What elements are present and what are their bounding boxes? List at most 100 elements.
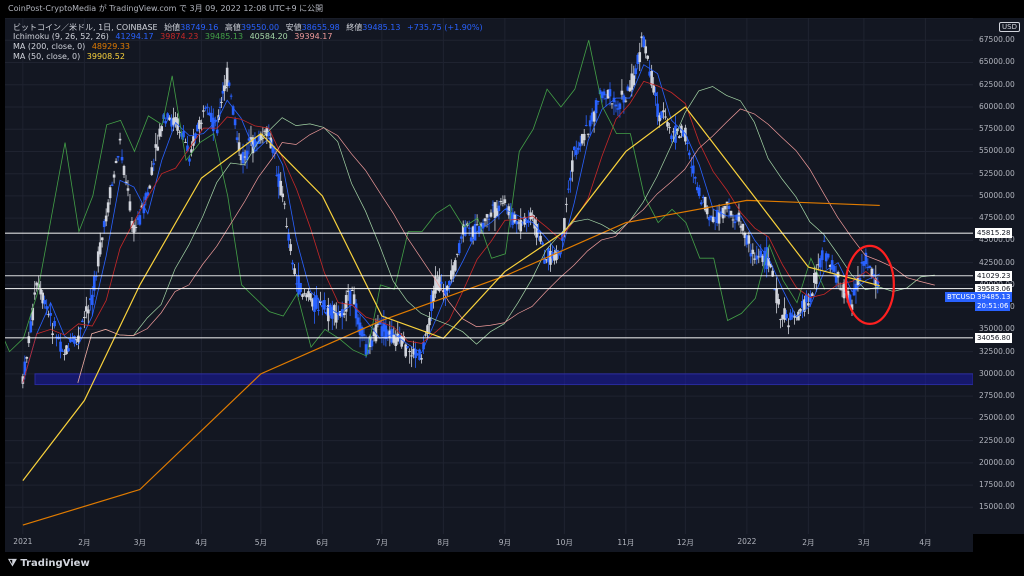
candle-body xyxy=(81,320,84,323)
y-tick-label: 42500.00 xyxy=(979,257,1015,267)
candle-body xyxy=(572,146,576,151)
candle-body xyxy=(362,333,366,336)
candle-body xyxy=(822,240,826,242)
candle-body xyxy=(63,354,66,356)
candle-body xyxy=(132,224,136,233)
y-tick-label: 67500.00 xyxy=(979,35,1015,45)
y-tick-label: 20000.00 xyxy=(979,457,1015,467)
candle-body xyxy=(51,333,54,335)
candle-body xyxy=(67,348,70,352)
x-tick-label: 2月 xyxy=(802,538,815,547)
currency-button[interactable]: USD xyxy=(999,22,1020,32)
candle-body xyxy=(569,177,572,181)
chart-svg[interactable] xyxy=(5,18,973,534)
legend-ichimoku-label: Ichimoku (9, 26, 52, 26) xyxy=(13,32,109,41)
candle-body xyxy=(485,214,489,218)
candle-body xyxy=(301,294,304,297)
y-tick-label: 52500.00 xyxy=(979,168,1015,178)
candle-body xyxy=(594,100,598,114)
candle-body xyxy=(420,358,423,360)
legend-ichimoku-row: Ichimoku (9, 26, 52, 26) 41294.17 39874.… xyxy=(13,32,336,41)
candle-body xyxy=(807,303,810,306)
candle-body xyxy=(200,122,203,124)
candle-body xyxy=(567,188,570,190)
candle-body xyxy=(678,136,681,139)
candle-body xyxy=(110,184,114,186)
chart-area[interactable]: ビットコイン／米ドル, 1日, COINBASE 始値38749.16 高値39… xyxy=(5,18,973,534)
candle-body xyxy=(150,167,154,175)
time-axis[interactable]: 2021 2月 3月 4月 5月 6月 7月 8月 9月 10月 11月 12月 2022 2月 3月 4月 xyxy=(5,534,973,552)
countdown-tag: 20:51:06 xyxy=(975,301,1011,311)
candle-body xyxy=(779,319,782,321)
y-tick-label: 17500.00 xyxy=(979,480,1015,490)
candle-body xyxy=(565,203,568,205)
ichimoku-span-b-value: 39394.17 xyxy=(294,32,333,41)
candle-body xyxy=(741,223,745,231)
candle-body xyxy=(731,219,735,221)
candle-body xyxy=(654,92,657,96)
candle-body xyxy=(138,215,142,225)
candle-body xyxy=(483,218,487,222)
candle-body xyxy=(755,255,759,260)
candle-body xyxy=(102,220,106,228)
candle-body xyxy=(799,308,802,312)
candle-body xyxy=(98,242,102,255)
candle-body xyxy=(227,82,231,86)
candle-body xyxy=(100,237,104,241)
candle-body xyxy=(604,98,608,100)
candle-body xyxy=(408,351,411,353)
y-tick-label: 55000.00 xyxy=(979,146,1015,156)
candle-body xyxy=(83,316,86,319)
legend-open-label: 始値 xyxy=(164,23,181,32)
candle-body xyxy=(104,215,108,222)
legend-close-label: 終値 xyxy=(346,23,363,32)
candle-body xyxy=(77,335,80,343)
candle-body xyxy=(182,131,185,138)
x-tick-label: 6月 xyxy=(316,538,329,547)
candle-body xyxy=(785,314,788,319)
candle-body xyxy=(489,212,493,217)
candle-body xyxy=(342,313,346,316)
candle-body xyxy=(108,187,112,199)
ichimoku-base-value: 39874.23 xyxy=(160,32,199,41)
level-price-tag: 34056.80 xyxy=(975,332,1013,343)
candle-body xyxy=(45,306,48,309)
tradingview-brand: TradingView xyxy=(20,558,90,569)
candle-body xyxy=(723,205,727,210)
candle-body xyxy=(644,46,648,54)
candle-body xyxy=(233,119,237,126)
candle-body xyxy=(646,55,649,59)
candle-body xyxy=(586,133,590,135)
candle-body xyxy=(582,133,586,141)
candle-body xyxy=(134,226,138,228)
candle-body xyxy=(455,253,459,255)
legend-ma50-value: 39908.52 xyxy=(86,52,125,61)
y-tick-label: 25000.00 xyxy=(979,413,1015,423)
candle-body xyxy=(215,129,219,134)
candle-body xyxy=(414,349,417,359)
candle-body xyxy=(632,75,636,86)
candle-body xyxy=(224,86,228,89)
legend-ma50-label: MA (50, close, 0) xyxy=(13,52,81,61)
candle-body xyxy=(608,89,612,97)
candle-body xyxy=(352,294,356,305)
candle-body xyxy=(309,293,312,300)
price-axis[interactable]: USD 15000.00 17500.00 20000.00 22500.00 2500… xyxy=(945,18,1024,534)
tradingview-icon: ⧩ xyxy=(8,558,17,569)
legend-close: 39485.13 xyxy=(362,23,401,32)
candle-body xyxy=(53,320,56,327)
x-tick-label: 7月 xyxy=(375,538,389,547)
level-price-tag: 41029.23 xyxy=(975,270,1013,281)
legend-open: 38749.16 xyxy=(180,23,219,32)
candle-body xyxy=(206,106,209,108)
x-tick-label: 12月 xyxy=(676,538,694,547)
candle-body xyxy=(733,221,737,224)
candle-body xyxy=(751,249,755,254)
candle-body xyxy=(519,219,523,232)
candle-body xyxy=(453,260,457,271)
candle-body xyxy=(128,201,132,211)
candle-body xyxy=(289,244,292,252)
candle-body xyxy=(188,158,191,162)
y-tick-label: 62500.00 xyxy=(979,79,1015,89)
candle-body xyxy=(727,205,731,209)
